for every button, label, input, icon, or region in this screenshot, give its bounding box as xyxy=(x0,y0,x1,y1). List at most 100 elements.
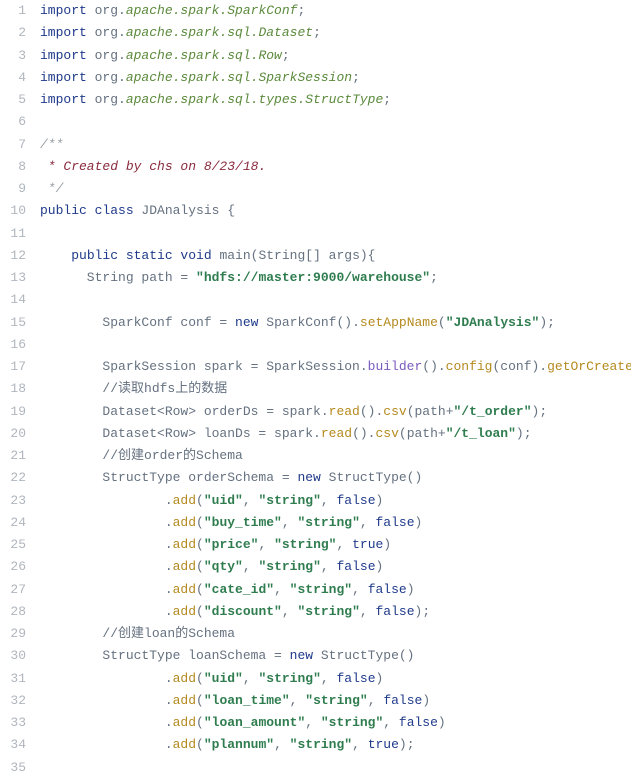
code-token: ); xyxy=(516,426,532,441)
code-line: import org.apache.spark.sql.Row; xyxy=(40,45,631,67)
code-token: public static void xyxy=(71,248,219,263)
code-token: ; xyxy=(383,92,391,107)
code-token: ( xyxy=(196,715,204,730)
code-token: config xyxy=(446,359,493,374)
code-line: String path = "hdfs://master:9000/wareho… xyxy=(40,267,631,289)
code-line: //读取hdfs上的数据 xyxy=(40,378,631,400)
code-line: .add("plannum", "string", true); xyxy=(40,734,631,756)
code-token: "price" xyxy=(204,537,259,552)
code-token: SparkConf conf = xyxy=(40,315,235,330)
code-token: add xyxy=(173,604,196,619)
code-token: false xyxy=(337,559,376,574)
code-line: .add("uid", "string", false) xyxy=(40,490,631,512)
line-number: 30 xyxy=(0,645,26,667)
code-line: //创建order的Schema xyxy=(40,445,631,467)
code-token: StructType() xyxy=(329,470,423,485)
code-token: read xyxy=(321,426,352,441)
code-token: "string" xyxy=(258,671,320,686)
code-line: */ xyxy=(40,178,631,200)
code-token: "/t_order" xyxy=(454,404,532,419)
code-token: , xyxy=(321,493,337,508)
code-token: "uid" xyxy=(204,493,243,508)
line-number: 34 xyxy=(0,734,26,756)
code-token: String path = xyxy=(40,270,196,285)
line-number: 18 xyxy=(0,378,26,400)
code-token: "string" xyxy=(297,604,359,619)
code-token: add xyxy=(173,493,196,508)
line-number: 16 xyxy=(0,334,26,356)
code-token: , xyxy=(282,515,298,530)
code-token: add xyxy=(173,582,196,597)
code-token: ; xyxy=(297,3,305,18)
code-token: , xyxy=(274,737,290,752)
code-token: , xyxy=(352,737,368,752)
code-line: .add("cate_id", "string", false) xyxy=(40,579,631,601)
code-token: org. xyxy=(87,70,126,85)
code-token: ) xyxy=(407,582,415,597)
code-token: , xyxy=(282,604,298,619)
code-token: "string" xyxy=(274,537,336,552)
code-token: "string" xyxy=(297,515,359,530)
code-token: "plannum" xyxy=(204,737,274,752)
code-token: ( xyxy=(196,582,204,597)
code-token: StructType loanSchema = xyxy=(40,648,290,663)
code-token: , xyxy=(321,671,337,686)
code-line: * Created by chs on 8/23/18. xyxy=(40,156,631,178)
code-token: "string" xyxy=(258,493,320,508)
line-number: 26 xyxy=(0,556,26,578)
code-token: apache.spark.sql.SparkSession xyxy=(126,70,352,85)
code-token: . xyxy=(40,671,173,686)
code-token: ; xyxy=(313,25,321,40)
code-token: ( xyxy=(438,315,446,330)
code-token: , xyxy=(274,582,290,597)
code-token: csv xyxy=(375,426,398,441)
code-token: "buy_time" xyxy=(204,515,282,530)
code-token: "/t_loan" xyxy=(446,426,516,441)
code-line: .add("qty", "string", false) xyxy=(40,556,631,578)
line-number: 3 xyxy=(0,45,26,67)
code-token: org. xyxy=(87,92,126,107)
code-line: Dataset<Row> loanDs = spark.read().csv(p… xyxy=(40,423,631,445)
code-token: "string" xyxy=(290,582,352,597)
code-line: Dataset<Row> orderDs = spark.read().csv(… xyxy=(40,401,631,423)
code-token: . xyxy=(40,737,173,752)
line-number: 4 xyxy=(0,67,26,89)
code-token: . xyxy=(40,515,173,530)
code-token: ) xyxy=(422,693,430,708)
code-token: , xyxy=(360,604,376,619)
code-token: , xyxy=(360,515,376,530)
code-token: . xyxy=(40,582,173,597)
code-token: SparkSession spark = SparkSession. xyxy=(40,359,368,374)
line-number: 17 xyxy=(0,356,26,378)
code-editor: 1234567891011121314151617181920212223242… xyxy=(0,0,631,779)
code-token: , xyxy=(243,671,259,686)
code-line: import org.apache.spark.sql.types.Struct… xyxy=(40,89,631,111)
code-line: .add("buy_time", "string", false) xyxy=(40,512,631,534)
code-token: ; xyxy=(430,270,438,285)
code-token: ( xyxy=(196,515,204,530)
code-token: setAppName xyxy=(360,315,438,330)
code-token: , xyxy=(243,493,259,508)
code-token: , xyxy=(305,715,321,730)
code-token: (). xyxy=(422,359,445,374)
code-token: ) xyxy=(376,671,384,686)
code-token: add xyxy=(173,693,196,708)
code-token: apache.spark.sql.types.StructType xyxy=(126,92,383,107)
code-token: /** xyxy=(40,137,63,152)
code-token: SparkConf(). xyxy=(266,315,360,330)
code-token: , xyxy=(258,537,274,552)
code-token: "loan_amount" xyxy=(204,715,305,730)
code-token: import xyxy=(40,25,87,40)
line-number: 14 xyxy=(0,289,26,311)
line-number: 23 xyxy=(0,490,26,512)
line-number: 35 xyxy=(0,757,26,779)
code-token: , xyxy=(368,693,384,708)
code-line xyxy=(40,111,631,133)
code-token: main(String[] args){ xyxy=(219,248,375,263)
code-token: ); xyxy=(415,604,431,619)
code-line: import org.apache.spark.SparkConf; xyxy=(40,0,631,22)
code-token: true xyxy=(352,537,383,552)
code-token: add xyxy=(173,537,196,552)
line-number: 12 xyxy=(0,245,26,267)
code-token: JDAnalysis { xyxy=(141,203,235,218)
